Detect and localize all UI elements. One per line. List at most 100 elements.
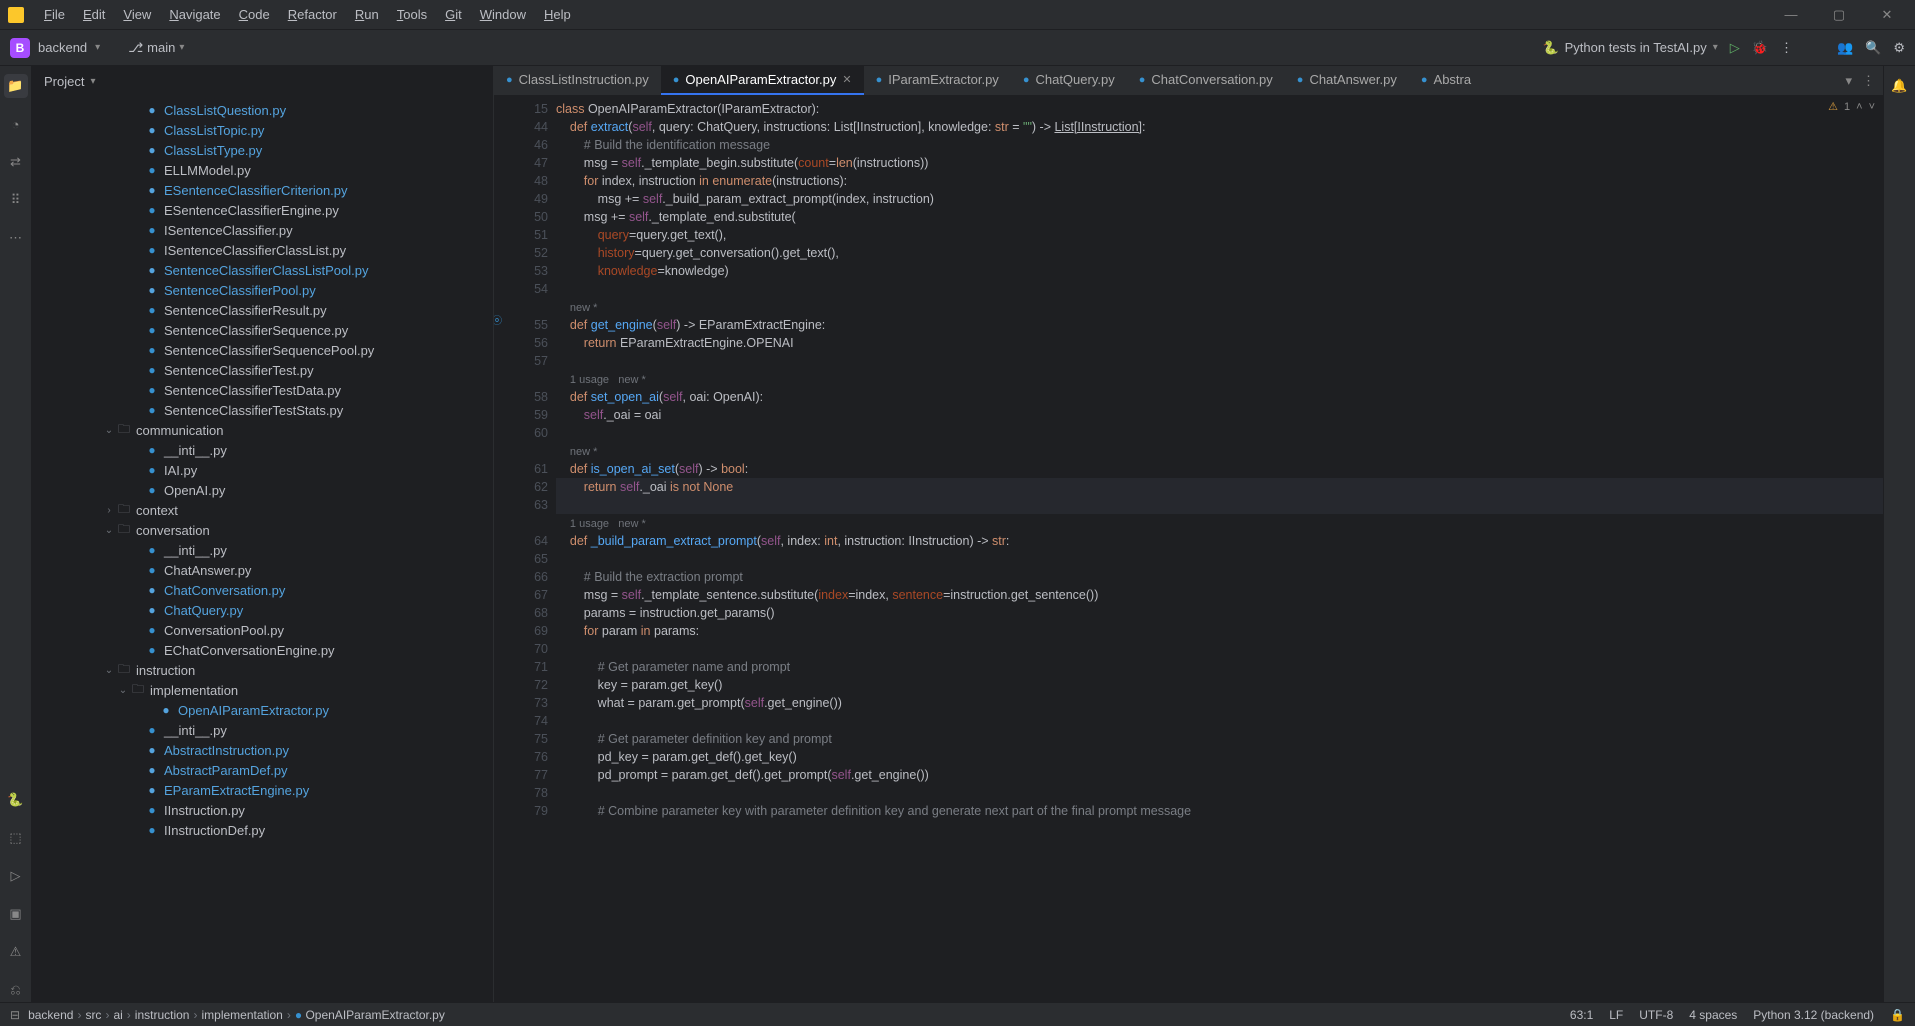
tree-item[interactable]: ●ESentenceClassifierCriterion.py (32, 180, 493, 200)
run-config-selector[interactable]: 🐍 Python tests in TestAI.py ▾ (1542, 40, 1717, 56)
tree-item[interactable]: ●IAI.py (32, 460, 493, 480)
code-line[interactable]: history=query.get_conversation().get_tex… (556, 244, 1883, 262)
editor-tab[interactable]: ●ChatAnswer.py (1285, 66, 1409, 95)
terminal-tool-button[interactable]: ▣ (4, 902, 28, 926)
tree-item[interactable]: ●ChatQuery.py (32, 600, 493, 620)
project-panel-header[interactable]: Project ▾ (32, 66, 493, 96)
menu-code[interactable]: Code (231, 3, 278, 26)
editor-tab[interactable]: ●ChatConversation.py (1127, 66, 1285, 95)
packages-tool-button[interactable]: ⬚ (4, 826, 28, 850)
tree-item[interactable]: ●__inti__.py (32, 540, 493, 560)
more-run-icon[interactable]: ⋮ (1780, 40, 1793, 56)
tree-item[interactable]: ●ChatConversation.py (32, 580, 493, 600)
breadcrumb-item[interactable]: ai (113, 1008, 122, 1022)
menu-file[interactable]: File (36, 3, 73, 26)
code-line[interactable]: what = param.get_prompt(self.get_engine(… (556, 694, 1883, 712)
code-line[interactable] (556, 712, 1883, 730)
code-line[interactable]: pd_prompt = param.get_def().get_prompt(s… (556, 766, 1883, 784)
code-line[interactable]: def extract(self, query: ChatQuery, inst… (556, 118, 1883, 136)
tree-item[interactable]: ●__inti__.py (32, 720, 493, 740)
code-line[interactable]: # Build the identification message (556, 136, 1883, 154)
editor-tab[interactable]: ●OpenAIParamExtractor.py✕ (661, 66, 864, 95)
tree-item[interactable]: ⌄🗀implementation (32, 680, 493, 700)
code-line[interactable]: def is_open_ai_set(self) -> bool: (556, 460, 1883, 478)
code-line[interactable]: new * (556, 298, 1883, 316)
more-tool-button[interactable]: ⋯ (4, 226, 28, 250)
tree-item[interactable]: ●IInstruction.py (32, 800, 493, 820)
vcs-tool-button[interactable]: ⎌ (4, 978, 28, 1002)
next-highlight-icon[interactable]: ˅ (1869, 101, 1875, 113)
close-tab-icon[interactable]: ✕ (842, 73, 851, 86)
nav-icon[interactable]: ⊟ (10, 1008, 20, 1022)
menu-refactor[interactable]: Refactor (280, 3, 345, 26)
tree-item[interactable]: ●SentenceClassifierSequencePool.py (32, 340, 493, 360)
code-line[interactable]: query=query.get_text(), (556, 226, 1883, 244)
caret-position[interactable]: 63:1 (1570, 1008, 1593, 1022)
menu-help[interactable]: Help (536, 3, 579, 26)
menu-edit[interactable]: Edit (75, 3, 113, 26)
indent-setting[interactable]: 4 spaces (1689, 1008, 1737, 1022)
code-line[interactable]: pd_key = param.get_def().get_key() (556, 748, 1883, 766)
code-line[interactable] (556, 424, 1883, 442)
tree-item[interactable]: ●ClassListType.py (32, 140, 493, 160)
code-line[interactable]: for index, instruction in enumerate(inst… (556, 172, 1883, 190)
code-line[interactable] (556, 550, 1883, 568)
tree-item[interactable]: ●SentenceClassifierSequence.py (32, 320, 493, 340)
project-tool-button[interactable]: 📁 (4, 74, 28, 98)
code-line[interactable]: msg = self._template_sentence.substitute… (556, 586, 1883, 604)
breadcrumb-item[interactable]: backend (28, 1008, 73, 1022)
editor-inspection-widget[interactable]: ⚠ 1 ˄ ˅ (1828, 100, 1875, 113)
tree-item[interactable]: ●ESentenceClassifierEngine.py (32, 200, 493, 220)
tree-item[interactable]: ●ISentenceClassifier.py (32, 220, 493, 240)
python-console-button[interactable]: 🐍 (4, 788, 28, 812)
tree-item[interactable]: ›🗀context (32, 500, 493, 520)
code-line[interactable] (556, 640, 1883, 658)
tree-item[interactable]: ●ISentenceClassifierClassList.py (32, 240, 493, 260)
problems-tool-button[interactable]: ⚠ (4, 940, 28, 964)
menu-run[interactable]: Run (347, 3, 387, 26)
tree-item[interactable]: ●SentenceClassifierTestData.py (32, 380, 493, 400)
menu-view[interactable]: View (115, 3, 159, 26)
code-line[interactable]: new * (556, 442, 1883, 460)
code-line[interactable]: # Build the extraction prompt (556, 568, 1883, 586)
python-interpreter[interactable]: Python 3.12 (backend) (1753, 1008, 1874, 1022)
line-gutter[interactable]: 1544464748495051525354555657585960616263… (508, 96, 556, 1002)
tree-item[interactable]: ●OpenAIParamExtractor.py (32, 700, 493, 720)
tree-item[interactable]: ●SentenceClassifierTestStats.py (32, 400, 493, 420)
code-line[interactable]: msg += self._template_end.substitute( (556, 208, 1883, 226)
close-button[interactable]: ✕ (1867, 1, 1907, 29)
tree-item[interactable]: ●OpenAI.py (32, 480, 493, 500)
pull-requests-tool-button[interactable]: ⇄ (4, 150, 28, 174)
file-encoding[interactable]: UTF-8 (1639, 1008, 1673, 1022)
override-gutter-icon[interactable]: ⓞ (494, 312, 502, 327)
tree-item[interactable]: ⌄🗀conversation (32, 520, 493, 540)
code-line[interactable]: 💡 return self._oai is not None (556, 478, 1883, 496)
code-line[interactable]: # Get parameter definition key and promp… (556, 730, 1883, 748)
code-line[interactable]: 1 usage new * (556, 370, 1883, 388)
chevron-down-icon[interactable]: ▾ (1845, 73, 1852, 89)
code-line[interactable] (556, 496, 1883, 514)
tree-item[interactable]: ●SentenceClassifierTest.py (32, 360, 493, 380)
tree-item[interactable]: ●ClassListTopic.py (32, 120, 493, 140)
editor-tab[interactable]: ●ClassListInstruction.py (494, 66, 661, 95)
code-line[interactable]: params = instruction.get_params() (556, 604, 1883, 622)
menu-navigate[interactable]: Navigate (161, 3, 228, 26)
tree-item[interactable]: ●ConversationPool.py (32, 620, 493, 640)
code-line[interactable]: return EParamExtractEngine.OPENAI (556, 334, 1883, 352)
breadcrumb-item[interactable]: implementation (201, 1008, 282, 1022)
readonly-lock-icon[interactable]: 🔒 (1890, 1008, 1905, 1022)
breadcrumbs[interactable]: backend›src›ai›instruction›implementatio… (28, 1008, 445, 1022)
code-line[interactable]: msg = self._template_begin.substitute(co… (556, 154, 1883, 172)
code-line[interactable]: # Get parameter name and prompt (556, 658, 1883, 676)
code-line[interactable]: key = param.get_key() (556, 676, 1883, 694)
tree-item[interactable]: ●EChatConversationEngine.py (32, 640, 493, 660)
settings-icon[interactable]: ⚙ (1893, 40, 1905, 56)
menu-tools[interactable]: Tools (389, 3, 435, 26)
services-tool-button[interactable]: ▷ (4, 864, 28, 888)
tree-item[interactable]: ●IInstructionDef.py (32, 820, 493, 840)
menu-window[interactable]: Window (472, 3, 534, 26)
code-line[interactable]: def set_open_ai(self, oai: OpenAI): (556, 388, 1883, 406)
code-editor[interactable]: class OpenAIParamExtractor(IParamExtract… (556, 96, 1883, 1002)
tree-item[interactable]: ●AbstractInstruction.py (32, 740, 493, 760)
breadcrumb-item[interactable]: ● OpenAIParamExtractor.py (295, 1008, 445, 1022)
